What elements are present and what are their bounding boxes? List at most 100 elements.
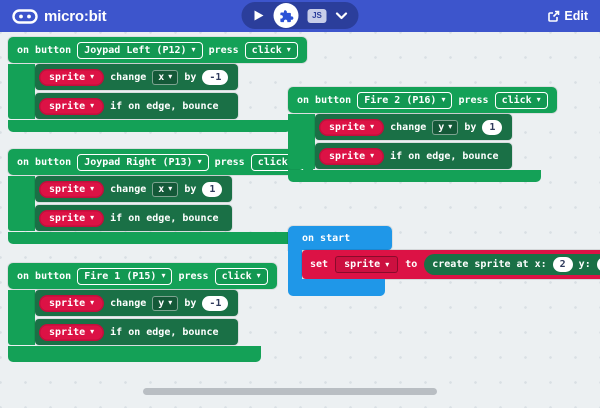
sprite-bounce-statement[interactable]: sprite ▾ if on edge, bounce — [35, 205, 232, 231]
event-dropdown[interactable]: click ▾ — [495, 92, 548, 109]
chevron-down-icon: ▾ — [161, 272, 165, 280]
play-button[interactable] — [253, 9, 265, 22]
chevron-down-icon: ▾ — [287, 46, 291, 54]
sprite-bounce-statement[interactable]: sprite ▾ if on edge, bounce — [315, 143, 512, 169]
sprite-variable-dropdown[interactable]: sprite ▾ — [39, 210, 104, 227]
number-input[interactable]: 1 — [482, 120, 502, 135]
event-value: click — [222, 271, 252, 282]
block-label: create sprite at x: — [432, 259, 546, 270]
c-block-foot — [288, 170, 541, 182]
chevron-down-icon: ▾ — [537, 96, 541, 104]
on-button-fire2-block[interactable]: on button Fire 2 (P16) ▾ press click ▾ s… — [288, 87, 557, 182]
axis-value: y — [158, 298, 164, 309]
on-button-hat[interactable]: on button Fire 1 (P15) ▾ press click ▾ — [8, 263, 277, 289]
microbit-logo[interactable]: micro:bit — [12, 8, 106, 25]
pin-value: Fire 1 (P15) — [84, 271, 156, 282]
c-block-foot — [8, 120, 291, 132]
block-label: on button — [297, 95, 351, 106]
block-label: by — [184, 298, 196, 309]
sprite-variable-dropdown[interactable]: sprite ▾ — [39, 324, 104, 341]
block-label: change — [110, 184, 146, 195]
block-label: on button — [17, 157, 71, 168]
on-button-joypad-left-block[interactable]: on button Joypad Left (P12) ▾ press clic… — [8, 37, 307, 132]
block-label: on start — [302, 233, 350, 244]
microbit-face-icon — [12, 9, 38, 24]
toolbar-more-button[interactable] — [336, 12, 348, 20]
event-dropdown[interactable]: click ▾ — [215, 268, 268, 285]
on-button-hat[interactable]: on button Joypad Right (P13) ▾ press cli… — [8, 149, 313, 175]
number-input[interactable]: 1 — [202, 182, 222, 197]
on-button-hat[interactable]: on button Joypad Left (P12) ▾ press clic… — [8, 37, 307, 63]
x-number-input[interactable]: 2 — [553, 257, 573, 272]
block-label: press — [209, 45, 239, 56]
variable-name: sprite — [49, 298, 85, 309]
puzzle-icon — [279, 9, 293, 23]
c-block-spine — [8, 64, 35, 119]
on-start-hat[interactable]: on start — [288, 226, 392, 250]
block-label: if on edge, bounce — [110, 101, 218, 112]
horizontal-scrollbar[interactable] — [143, 388, 437, 395]
block-label: if on edge, bounce — [110, 213, 218, 224]
axis-dropdown[interactable]: x ▾ — [152, 70, 178, 85]
event-value: click — [258, 157, 288, 168]
sprite-change-statement[interactable]: sprite ▾ change x ▾ by 1 — [35, 176, 232, 202]
block-label: on button — [17, 45, 71, 56]
c-block-spine — [288, 114, 315, 169]
block-label: to — [405, 259, 417, 270]
pin-dropdown[interactable]: Joypad Right (P13) ▾ — [77, 154, 208, 171]
sprite-variable-dropdown[interactable]: sprite ▾ — [39, 69, 104, 86]
block-label: on button — [17, 271, 71, 282]
axis-dropdown[interactable]: y ▾ — [432, 120, 458, 135]
c-block-foot — [8, 232, 297, 244]
sprite-variable-dropdown[interactable]: sprite ▾ — [39, 295, 104, 312]
chevron-down-icon: ▾ — [441, 96, 445, 104]
chevron-down-icon: ▾ — [192, 46, 196, 54]
event-dropdown[interactable]: click ▾ — [245, 42, 298, 59]
axis-value: y — [438, 122, 444, 133]
chevron-down-icon: ▾ — [168, 73, 172, 81]
chevron-down-icon: ▾ — [90, 299, 94, 307]
pin-dropdown[interactable]: Fire 1 (P15) ▾ — [77, 268, 172, 285]
chevron-down-icon: ▾ — [257, 272, 261, 280]
external-link-icon — [547, 10, 560, 23]
sprite-change-statement[interactable]: sprite ▾ change y ▾ by -1 — [35, 290, 238, 316]
pin-value: Fire 2 (P16) — [364, 95, 436, 106]
chevron-down-icon: ▾ — [385, 261, 389, 269]
block-label: if on edge, bounce — [390, 151, 498, 162]
sprite-variable-dropdown[interactable]: sprite ▾ — [319, 119, 384, 136]
block-label: press — [458, 95, 488, 106]
sprite-variable-dropdown[interactable]: sprite ▾ — [335, 256, 398, 273]
javascript-mode-button[interactable]: JS — [308, 9, 327, 23]
block-label: by — [464, 122, 476, 133]
number-input[interactable]: -1 — [202, 296, 228, 311]
axis-dropdown[interactable]: y ▾ — [152, 296, 178, 311]
chevron-down-icon: ▾ — [370, 152, 374, 160]
block-label: by — [184, 72, 196, 83]
number-input[interactable]: -1 — [202, 70, 228, 85]
create-sprite-expression[interactable]: create sprite at x: 2 y: 4 — [424, 254, 600, 275]
sprite-bounce-statement[interactable]: sprite ▾ if on edge, bounce — [35, 319, 238, 345]
sprite-bounce-statement[interactable]: sprite ▾ if on edge, bounce — [35, 93, 238, 119]
blocks-mode-button[interactable] — [274, 3, 299, 28]
on-button-joypad-right-block[interactable]: on button Joypad Right (P13) ▾ press cli… — [8, 149, 313, 244]
sprite-change-statement[interactable]: sprite ▾ change x ▾ by -1 — [35, 64, 238, 90]
c-block-spine — [8, 290, 35, 345]
c-block-spine — [288, 250, 302, 279]
block-editor-canvas[interactable]: on button Joypad Left (P12) ▾ press clic… — [0, 32, 600, 408]
logo-text: micro:bit — [44, 8, 106, 25]
pin-dropdown[interactable]: Fire 2 (P16) ▾ — [357, 92, 452, 109]
on-button-fire1-block[interactable]: on button Fire 1 (P15) ▾ press click ▾ s… — [8, 263, 277, 362]
sprite-variable-dropdown[interactable]: sprite ▾ — [319, 148, 384, 165]
sprite-change-statement[interactable]: sprite ▾ change y ▾ by 1 — [315, 114, 512, 140]
set-variable-statement[interactable]: set sprite ▾ to create sprite at x: 2 y:… — [302, 250, 600, 279]
sprite-variable-dropdown[interactable]: sprite ▾ — [39, 98, 104, 115]
on-start-block[interactable]: on start set sprite ▾ to create sprite a… — [288, 226, 600, 296]
on-button-hat[interactable]: on button Fire 2 (P16) ▾ press click ▾ — [288, 87, 557, 113]
chevron-down-icon — [336, 12, 348, 20]
chevron-down-icon: ▾ — [168, 185, 172, 193]
axis-dropdown[interactable]: x ▾ — [152, 182, 178, 197]
edit-button[interactable]: Edit — [547, 9, 588, 23]
pin-dropdown[interactable]: Joypad Left (P12) ▾ — [77, 42, 202, 59]
app-header: micro:bit JS Edit — [0, 0, 600, 32]
sprite-variable-dropdown[interactable]: sprite ▾ — [39, 181, 104, 198]
